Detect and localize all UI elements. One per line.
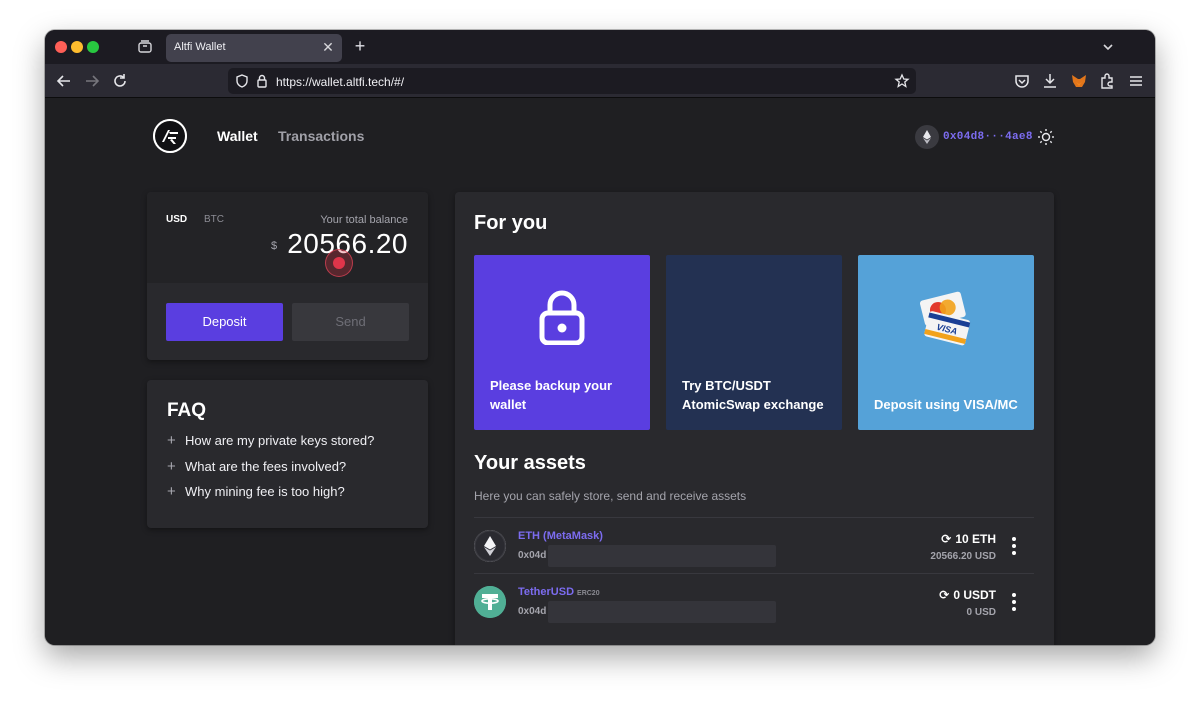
main-panel: For you Please backup your wallet Try BT…	[455, 192, 1054, 645]
new-tab-button[interactable]: +	[350, 36, 370, 56]
chevron-down-icon[interactable]	[1101, 40, 1115, 54]
promo-card-text: Try BTC/USDT AtomicSwap exchange	[682, 378, 824, 412]
balance-card: USD BTC Your total balance $ 20566.20 De…	[147, 192, 428, 360]
for-you-title: For you	[474, 212, 548, 234]
minimize-window-button[interactable]	[71, 41, 83, 53]
browser-window: Altfi Wallet ✕ + https://wallet.altfi.te…	[45, 30, 1155, 645]
asset-usd-value: 0 USD	[966, 607, 996, 618]
asset-usd-value: 20566.20 USD	[930, 551, 996, 562]
forward-arrow-icon[interactable]	[83, 72, 101, 90]
redacted-address	[548, 601, 776, 623]
asset-row-eth[interactable]: ETH (MetaMask) 0x04d ⟳ 10 ETH 20566.20 US…	[474, 517, 1034, 573]
nav-transactions-link[interactable]: Transactions	[278, 128, 364, 144]
currency-symbol: $	[271, 240, 278, 252]
shield-icon[interactable]	[234, 73, 250, 89]
redacted-address	[548, 545, 776, 567]
deposit-button[interactable]: Deposit	[166, 303, 283, 341]
faq-item[interactable]: + Why mining fee is too high?	[167, 483, 345, 503]
click-indicator-dot	[333, 257, 345, 269]
wallet-page: Wallet Transactions 0x04d8···4ae8 USD BT…	[45, 98, 1155, 645]
backup-wallet-card[interactable]: Please backup your wallet	[474, 255, 650, 430]
maximize-window-button[interactable]	[87, 41, 99, 53]
currency-btc-toggle[interactable]: BTC	[204, 214, 224, 225]
tab-title: Altfi Wallet	[174, 41, 226, 53]
download-icon[interactable]	[1041, 72, 1059, 90]
asset-name[interactable]: ETH (MetaMask)	[518, 530, 603, 542]
asset-address: 0x04d	[518, 606, 547, 617]
faq-title: FAQ	[167, 400, 207, 421]
asset-row-usdt[interactable]: TetherUSD ERC20 0x04d ⟳ 0 USDT 0 USD	[474, 573, 1034, 629]
wallet-address[interactable]: 0x04d8···4ae8	[943, 131, 1033, 143]
credit-cards-icon: VISA	[916, 289, 976, 349]
tab-strip: Altfi Wallet ✕ +	[45, 30, 1155, 64]
menu-icon[interactable]	[1127, 72, 1145, 90]
metamask-fox-icon[interactable]	[1070, 72, 1088, 90]
your-assets-title: Your assets	[474, 452, 586, 474]
faq-item[interactable]: + What are the fees involved?	[167, 458, 346, 478]
url-text: https://wallet.altfi.tech/#/	[276, 75, 405, 89]
more-options-icon[interactable]	[1012, 537, 1016, 557]
altfi-logo[interactable]	[153, 119, 187, 153]
close-window-button[interactable]	[55, 41, 67, 53]
faq-item-label: What are the fees involved?	[185, 459, 347, 474]
promo-card-text: Please backup your wallet	[490, 378, 613, 412]
your-assets-subtitle: Here you can safely store, send and rece…	[474, 489, 747, 503]
faq-card: FAQ + How are my private keys stored? + Wh…	[147, 380, 428, 528]
balance-summary: USD BTC Your total balance $ 20566.20	[147, 192, 428, 283]
asset-balance-value: 10 ETH	[955, 532, 996, 546]
send-button[interactable]: Send	[292, 303, 409, 341]
address-bar[interactable]: https://wallet.altfi.tech/#/	[228, 68, 916, 94]
more-options-icon[interactable]	[1012, 593, 1016, 613]
plus-icon: +	[167, 432, 176, 449]
asset-balance: ⟳ 10 ETH	[941, 532, 996, 546]
tab-close-icon[interactable]: ✕	[320, 39, 336, 56]
back-arrow-icon[interactable]	[55, 72, 73, 90]
ethereum-icon	[474, 530, 506, 562]
reload-icon[interactable]	[111, 72, 129, 90]
lock-icon[interactable]	[254, 73, 270, 89]
promo-card-text: Deposit using VISA/MC	[874, 397, 1018, 412]
asset-address: 0x04d	[518, 550, 547, 561]
browser-tab[interactable]: Altfi Wallet ✕	[166, 34, 342, 62]
asset-token-standard: ERC20	[577, 590, 600, 597]
tab-list-icon[interactable]	[137, 39, 153, 55]
faq-item-label: How are my private keys stored?	[185, 433, 375, 448]
refresh-icon[interactable]: ⟳	[939, 588, 949, 602]
faq-item[interactable]: + How are my private keys stored?	[167, 432, 374, 452]
asset-name[interactable]: TetherUSD ERC20	[518, 586, 600, 598]
asset-balance-value: 0 USDT	[953, 588, 996, 602]
asset-name-label: TetherUSD	[518, 586, 575, 598]
navigation-bar: https://wallet.altfi.tech/#/	[45, 64, 1155, 98]
extensions-icon[interactable]	[1098, 72, 1116, 90]
theme-toggle-sun-icon[interactable]	[1037, 128, 1055, 146]
plus-icon: +	[167, 458, 176, 475]
refresh-icon[interactable]: ⟳	[941, 532, 951, 546]
lock-icon	[538, 289, 586, 346]
nav-wallet-link[interactable]: Wallet	[217, 128, 258, 144]
faq-item-label: Why mining fee is too high?	[185, 484, 345, 499]
ethereum-network-icon[interactable]	[915, 125, 939, 149]
asset-balance: ⟳ 0 USDT	[939, 588, 996, 602]
atomic-swap-card[interactable]: Try BTC/USDT AtomicSwap exchange	[666, 255, 842, 430]
plus-icon: +	[167, 483, 176, 500]
bookmark-star-icon[interactable]	[894, 73, 910, 89]
total-balance-label: Your total balance	[320, 214, 408, 226]
pocket-icon[interactable]	[1013, 72, 1031, 90]
tether-icon	[474, 586, 506, 618]
currency-usd-toggle[interactable]: USD	[166, 214, 187, 225]
deposit-visa-mc-card[interactable]: VISA Deposit using VISA/MC	[858, 255, 1034, 430]
